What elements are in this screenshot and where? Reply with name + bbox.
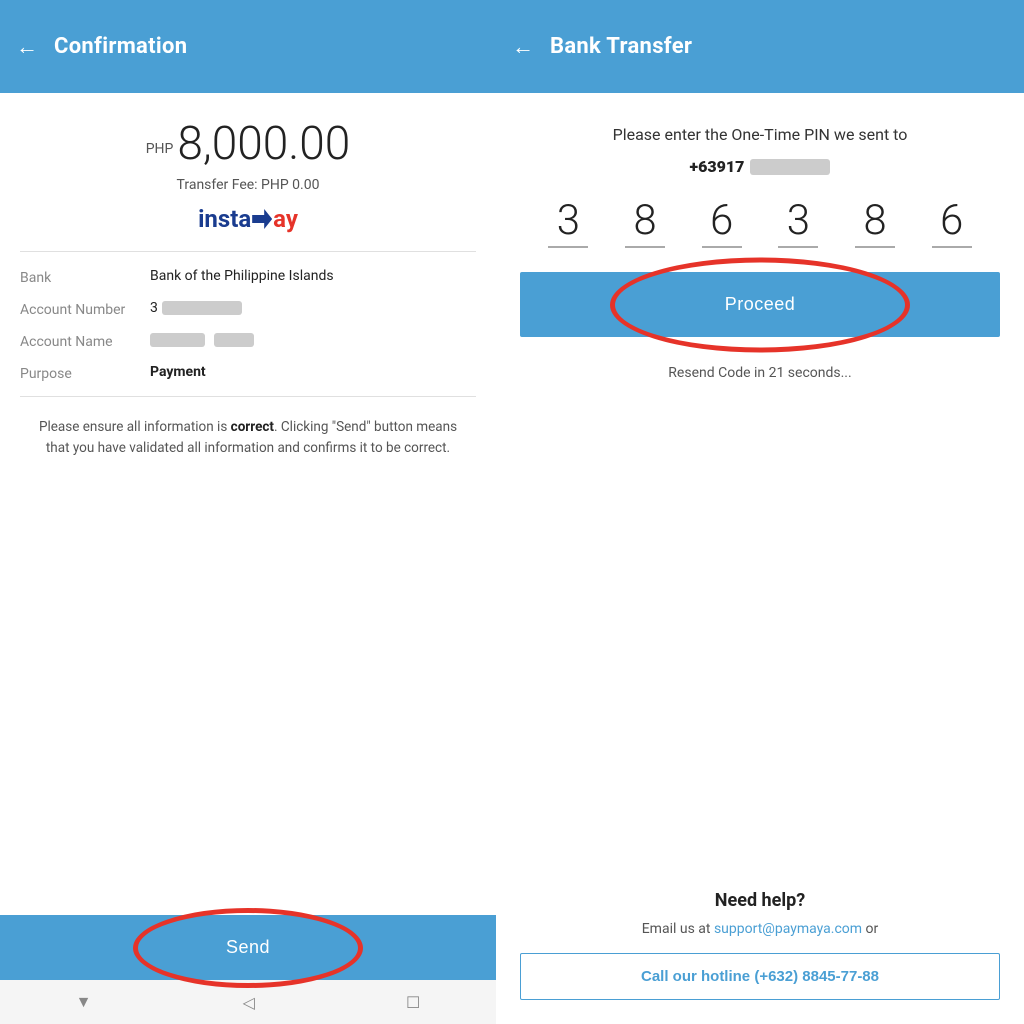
bank-row: Bank Bank of the Philippine Islands [20, 268, 476, 286]
send-button[interactable]: Send [0, 915, 496, 980]
insta-text: insta [198, 205, 251, 233]
bank-transfer-header: ← Bank Transfer [496, 0, 1024, 93]
account-number-row: Account Number 3 [20, 300, 476, 318]
purpose-value: Payment [150, 364, 476, 380]
back-button-left[interactable]: ← [16, 34, 38, 60]
resend-code-text: Resend Code in 21 seconds... [520, 365, 1000, 381]
otp-digits: 3 8 6 3 8 6 [520, 200, 1000, 248]
left-panel: ← Confirmation PHP8,000.00 Transfer Fee:… [0, 0, 496, 1024]
otp-digit-1[interactable]: 3 [530, 200, 607, 248]
send-button-area: Send ▼ ◁ ☐ [0, 915, 496, 1024]
account-name-label: Account Name [20, 332, 150, 350]
email-link[interactable]: support@paymaya.com [714, 921, 862, 937]
confirmation-header: ← Confirmation [0, 0, 496, 93]
account-name-blur1 [150, 333, 205, 347]
phone-blurred [750, 159, 830, 175]
account-number-label: Account Number [20, 300, 150, 318]
right-panel: ← Bank Transfer Please enter the One-Tim… [496, 0, 1024, 1024]
account-number-value: 3 [150, 300, 476, 316]
help-email-row: Email us at support@paymaya.com or [520, 921, 1000, 937]
otp-digit-3[interactable]: 6 [683, 200, 760, 248]
phone-prefix: +63917 [690, 157, 745, 176]
back-button-right[interactable]: ← [512, 34, 534, 60]
currency-label: PHP [146, 141, 174, 157]
bank-value: Bank of the Philippine Islands [150, 268, 476, 284]
account-name-row: Account Name [20, 332, 476, 350]
otp-instruction: Please enter the One-Time PIN we sent to [520, 123, 1000, 147]
help-section: Need help? Email us at support@paymaya.c… [496, 860, 1024, 1024]
otp-digit-5[interactable]: 8 [837, 200, 914, 248]
proceed-button[interactable]: Proceed [520, 272, 1000, 337]
otp-digit-6[interactable]: 6 [913, 200, 990, 248]
bank-transfer-title: Bank Transfer [550, 34, 692, 59]
transfer-fee: Transfer Fee: PHP 0.00 [20, 177, 476, 193]
nav-square-icon[interactable]: ☐ [406, 993, 420, 1012]
notice-section: Please ensure all information is correct… [20, 397, 476, 459]
account-name-blur2 [214, 333, 254, 347]
hotline-button[interactable]: Call our hotline (+632) 8845-77-88 [520, 953, 1000, 1000]
account-name-value [150, 332, 476, 348]
otp-digit-4[interactable]: 3 [760, 200, 837, 248]
right-content: Please enter the One-Time PIN we sent to… [496, 93, 1024, 860]
instapay-logo: insta ay [20, 205, 476, 233]
account-number-blur [162, 301, 242, 315]
pay-text: ay [273, 205, 298, 233]
bank-label: Bank [20, 268, 150, 286]
nav-down-icon[interactable]: ▼ [76, 992, 92, 1012]
nav-back-icon[interactable]: ◁ [243, 993, 255, 1012]
amount-display: PHP8,000.00 [20, 117, 476, 171]
otp-digit-2[interactable]: 8 [607, 200, 684, 248]
left-content: PHP8,000.00 Transfer Fee: PHP 0.00 insta… [0, 93, 496, 915]
purpose-label: Purpose [20, 364, 150, 382]
details-section: Bank Bank of the Philippine Islands Acco… [20, 252, 476, 397]
bottom-nav: ▼ ◁ ☐ [0, 980, 496, 1024]
phone-number: +63917 [520, 157, 1000, 176]
proceed-button-wrapper: Proceed [520, 272, 1000, 337]
amount-section: PHP8,000.00 Transfer Fee: PHP 0.00 insta… [20, 117, 476, 252]
help-title: Need help? [520, 890, 1000, 911]
amount-value: 8,000.00 [177, 117, 350, 171]
instapay-arrow-icon [252, 209, 272, 229]
confirmation-title: Confirmation [54, 34, 187, 59]
purpose-row: Purpose Payment [20, 364, 476, 382]
email-suffix: or [866, 921, 879, 937]
email-text: Email us at [642, 921, 711, 937]
